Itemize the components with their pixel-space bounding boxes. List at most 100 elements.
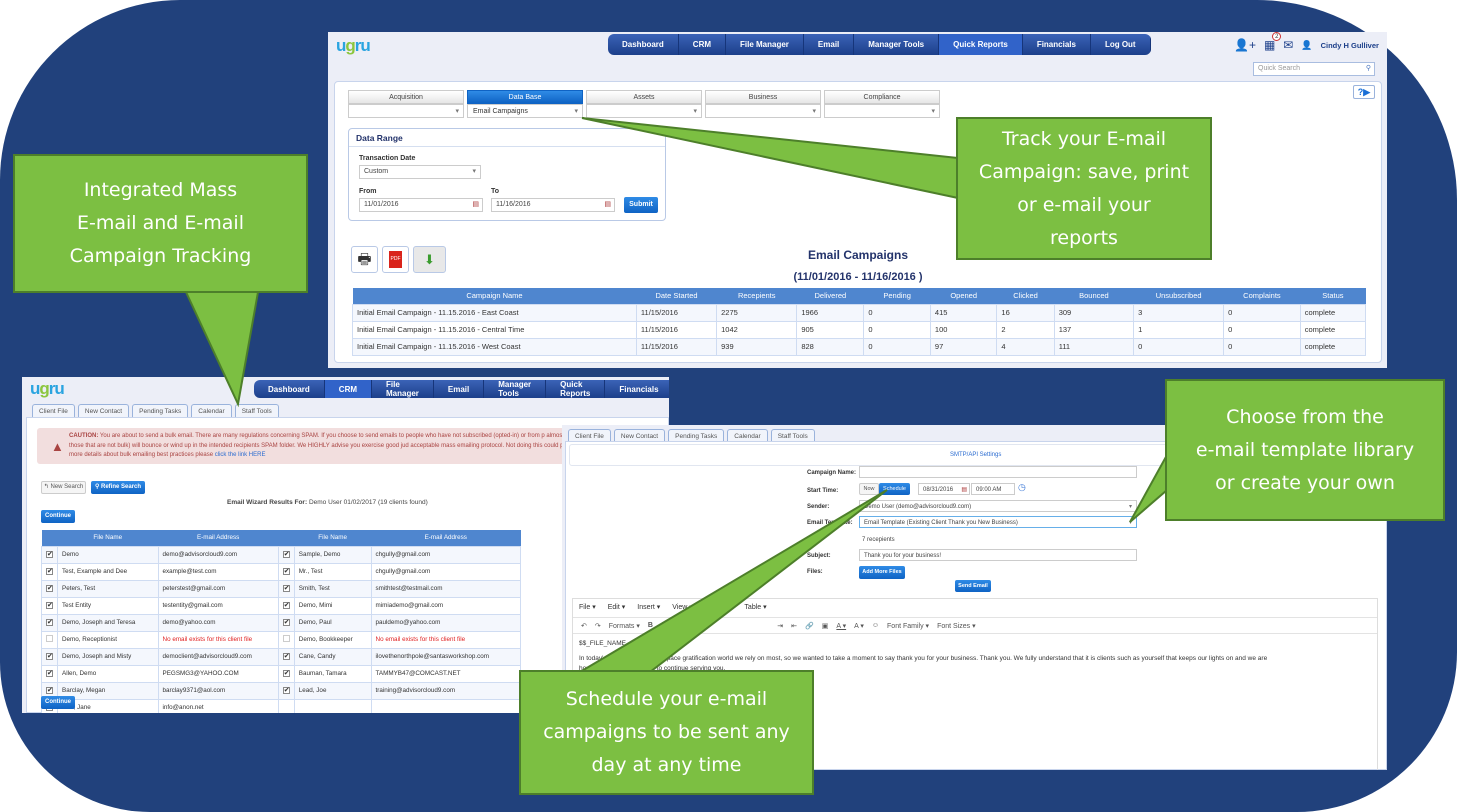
category-tab[interactable]: Business: [705, 90, 821, 104]
category-tab[interactable]: Assets: [586, 90, 702, 104]
select-checkbox[interactable]: ✔: [46, 551, 53, 558]
table-row[interactable]: Initial Email Campaign - 11.15.2016 - Ea…: [352, 303, 1367, 322]
continue-button[interactable]: Continue: [41, 696, 75, 709]
menu-format[interactable]: Format ▾: [705, 603, 733, 611]
table-row[interactable]: Initial Email Campaign - 11.15.2016 - Ce…: [352, 320, 1367, 339]
nav-item-email[interactable]: Email: [434, 380, 485, 398]
calendar-icon[interactable]: ▤: [961, 484, 967, 496]
nav-item-email[interactable]: Email: [804, 34, 855, 55]
new-search-button[interactable]: ↰ New Search: [41, 481, 86, 494]
select-checkbox[interactable]: [46, 635, 53, 642]
nav-item-quick-reports[interactable]: Quick Reports: [939, 34, 1023, 55]
menu-table[interactable]: Table ▾: [744, 603, 766, 611]
select-checkbox[interactable]: ✔: [282, 687, 290, 694]
continue-button[interactable]: Continue: [41, 510, 75, 523]
search-icon[interactable]: ⚲: [1366, 63, 1371, 75]
category-tab[interactable]: Data Base: [467, 90, 583, 104]
font-sizes-dropdown[interactable]: Font Sizes ▾: [937, 622, 976, 630]
bold-icon[interactable]: B: [648, 622, 653, 629]
nav-item-dashboard[interactable]: Dashboard: [608, 34, 679, 55]
tab-new-contact[interactable]: New Contact: [77, 404, 130, 418]
indent-icon[interactable]: ⇥: [777, 622, 783, 630]
schedule-button[interactable]: Schedule: [879, 483, 910, 495]
quick-search-input[interactable]: Quick Search ⚲: [1253, 62, 1375, 76]
user-name[interactable]: Cindy H Gulliver: [1321, 41, 1379, 50]
column-header[interactable]: Date Started: [636, 288, 717, 304]
calendar-icon[interactable]: ▦ 2: [1264, 32, 1282, 52]
select-checkbox[interactable]: ✔: [46, 602, 53, 609]
select-checkbox[interactable]: ✔: [46, 585, 53, 592]
italic-icon[interactable]: I: [661, 622, 663, 629]
add-user-icon[interactable]: 👤+: [1234, 38, 1256, 52]
subject-input[interactable]: Thank you for your business!: [859, 549, 1137, 561]
align-right-icon[interactable]: ≡: [695, 622, 699, 629]
column-header[interactable]: Unsubscribed: [1133, 288, 1224, 304]
campaign-name-input[interactable]: [859, 466, 1137, 478]
nav-item-log-out[interactable]: Log Out: [1091, 34, 1151, 55]
select-checkbox[interactable]: ✔: [282, 619, 290, 626]
align-center-icon[interactable]: ≡: [683, 622, 687, 629]
column-header[interactable]: Campaign Name: [352, 288, 637, 304]
to-date-input[interactable]: 11/16/2016 ▤: [491, 198, 615, 212]
select-checkbox[interactable]: ✔: [282, 602, 290, 609]
email-template-select[interactable]: Email Template (Existing Client Thank yo…: [859, 516, 1137, 528]
sender-select[interactable]: Demo User (demo@advisorcloud9.com) ▾: [859, 500, 1137, 512]
nav-item-file-manager[interactable]: File Manager: [726, 34, 804, 55]
caution-link[interactable]: click the link HERE: [215, 452, 266, 458]
column-header[interactable]: Clicked: [996, 288, 1055, 304]
menu-insert[interactable]: Insert ▾: [637, 603, 660, 611]
nav-item-financials[interactable]: Financials: [605, 380, 669, 398]
nav-item-crm[interactable]: CRM: [679, 34, 727, 55]
background-color-icon[interactable]: A ▾: [854, 622, 864, 630]
select-checkbox[interactable]: ✔: [282, 568, 290, 575]
mail-icon[interactable]: ✉: [1283, 38, 1293, 52]
select-checkbox[interactable]: ✔: [282, 551, 290, 558]
transaction-date-select[interactable]: Custom ▾: [359, 165, 481, 179]
font-family-dropdown[interactable]: Font Family ▾: [887, 622, 929, 630]
column-header[interactable]: Bounced: [1054, 288, 1134, 304]
outdent-icon[interactable]: ⇤: [791, 622, 797, 630]
category-select[interactable]: [586, 104, 702, 118]
add-files-button[interactable]: Add More Files: [859, 566, 905, 579]
select-checkbox[interactable]: ✔: [282, 653, 290, 660]
category-select[interactable]: [348, 104, 464, 118]
column-header[interactable]: Pending: [863, 288, 931, 304]
image-icon[interactable]: ▣: [822, 622, 829, 630]
select-checkbox[interactable]: ✔: [46, 670, 53, 677]
select-checkbox[interactable]: ✔: [46, 687, 53, 694]
submit-button[interactable]: Submit: [624, 197, 658, 213]
now-button[interactable]: Now: [859, 483, 879, 495]
nav-item-manager-tools[interactable]: Manager Tools: [484, 380, 547, 398]
category-tab[interactable]: Compliance: [824, 90, 940, 104]
align-left-icon[interactable]: ≡: [671, 622, 675, 629]
menu-view[interactable]: View ▾: [672, 603, 693, 611]
select-checkbox[interactable]: ✔: [46, 653, 53, 660]
redo-icon[interactable]: ↷: [595, 622, 601, 630]
select-checkbox[interactable]: ✔: [46, 568, 53, 575]
calendar-icon[interactable]: ▤: [604, 199, 611, 211]
menu-file[interactable]: File ▾: [579, 603, 596, 611]
category-select[interactable]: Email Campaigns: [467, 104, 583, 118]
tab-calendar[interactable]: Calendar: [191, 404, 232, 418]
nav-item-file-manager[interactable]: File Manager: [372, 380, 434, 398]
nav-item-crm[interactable]: CRM: [324, 380, 373, 398]
column-header[interactable]: Delivered: [796, 288, 864, 304]
undo-icon[interactable]: ↶: [581, 622, 587, 630]
send-email-button[interactable]: Send Email: [955, 580, 991, 592]
schedule-date-input[interactable]: 08/31/2016 ▤: [918, 483, 970, 495]
nav-item-manager-tools[interactable]: Manager Tools: [854, 34, 940, 55]
select-checkbox[interactable]: ✔: [282, 585, 290, 592]
text-color-icon[interactable]: A ▾: [836, 622, 846, 630]
category-select[interactable]: [824, 104, 940, 118]
nav-item-quick-reports[interactable]: Quick Reports: [546, 380, 606, 398]
tab-staff-tools[interactable]: Staff Tools: [234, 404, 279, 418]
from-date-input[interactable]: 11/01/2016 ▤: [359, 198, 483, 212]
select-checkbox[interactable]: ✔: [46, 619, 53, 626]
help-button[interactable]: ?▶: [1353, 85, 1375, 99]
column-header[interactable]: Complaints: [1223, 288, 1301, 304]
table-row[interactable]: Initial Email Campaign - 11.15.2016 - We…: [352, 337, 1367, 356]
clock-icon[interactable]: ◷: [1018, 482, 1026, 493]
link-icon[interactable]: 🔗: [805, 622, 814, 630]
tab-client-file[interactable]: Client File: [32, 404, 75, 418]
column-header[interactable]: Status: [1300, 288, 1366, 304]
